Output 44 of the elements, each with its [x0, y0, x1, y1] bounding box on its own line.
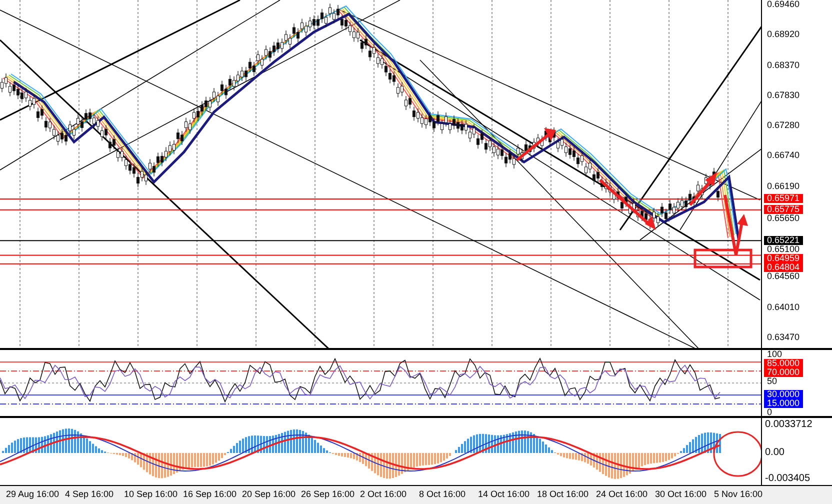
price-axis-label: 0.67830 [767, 90, 800, 100]
time-axis-label: 10 Sep 16:00 [124, 488, 179, 502]
time-axis-label: 8 Oct 16:00 [419, 488, 467, 502]
level-tag: 30.0000 [764, 390, 803, 399]
price-axis-label: 0.66740 [767, 151, 800, 160]
price-axis-label: 0.68370 [767, 60, 800, 70]
time-axis-label: 26 Sep 16:00 [301, 488, 356, 502]
price-tag: 0.65775 [764, 204, 803, 214]
level-tag: 70.0000 [764, 368, 803, 377]
macd-axis-label: 0.00 [765, 448, 784, 458]
trend-arrow [516, 128, 556, 162]
macd-axis-label: -0.003405 [765, 474, 810, 484]
trend-arrow [599, 178, 656, 230]
highlight-rectangle [694, 248, 752, 268]
macd-axis-label: 0.0033712 [765, 420, 812, 430]
rsi-axis-label: 100 [767, 350, 782, 359]
time-axis-label: 18 Oct 16:00 [537, 488, 590, 502]
price-axis-label: 0.65650 [767, 214, 800, 223]
price-axis-label: 0.63470 [767, 333, 800, 342]
price-axis-label: 0.69460 [767, 0, 800, 9]
price-axis-label: 0.64560 [767, 272, 800, 282]
trend-arrow [724, 194, 748, 256]
time-axis-label: 16 Sep 16:00 [183, 488, 238, 502]
price-axis-label: 0.64010 [767, 302, 800, 312]
rsi-axis-label: 0 [767, 408, 772, 417]
time-axis-label: 2 Oct 16:00 [360, 488, 408, 502]
price-tag: 0.65221 [764, 236, 803, 245]
price-tag: 0.65971 [764, 194, 803, 203]
time-axis-label: 30 Oct 16:00 [655, 488, 708, 502]
price-axis-label: 0.66190 [767, 182, 800, 191]
level-tag: 85.0000 [764, 359, 803, 368]
time-axis-label: 14 Oct 16:00 [478, 488, 531, 502]
price-tag: 0.64959 [764, 254, 803, 263]
price-axis-label: 0.67280 [767, 121, 800, 130]
price-axis-label: 0.65100 [767, 244, 800, 254]
time-axis-label: 24 Oct 16:00 [596, 488, 649, 502]
price-axis-label: 0.68920 [767, 30, 800, 40]
time-axis-label: 20 Sep 16:00 [242, 488, 297, 502]
rsi-axis-label: 50 [767, 377, 778, 386]
time-axis-label: 5 Nov 16:00 [714, 488, 764, 502]
trend-arrow [688, 172, 717, 206]
level-tag: 15.0000 [764, 399, 803, 408]
time-axis-label: 29 Aug 16:00 [6, 488, 60, 502]
time-axis-label: 4 Sep 16:00 [65, 488, 115, 502]
